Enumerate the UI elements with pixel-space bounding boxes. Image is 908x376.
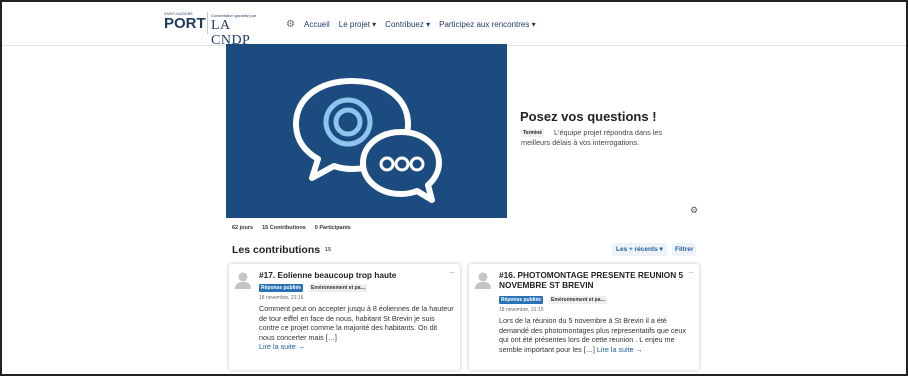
stat-contributions: 15 Contributions [262, 225, 306, 231]
status-badge: Réponse publiée [259, 284, 304, 292]
card-date: 18 novembre, 21:16 [259, 295, 304, 301]
cndp-logo[interactable]: Concertation garantie par LA CNDP [211, 13, 271, 48]
contributions-count: 15 [325, 247, 332, 253]
card-date: 18 novembre, 21:15 [499, 307, 544, 313]
hero-image [226, 44, 507, 218]
avatar-icon [235, 272, 251, 289]
hero-description: L'équipe projet répondra dans les meille… [521, 128, 686, 147]
main-nav: Accueil Le projet ▾ Contribuez ▾ Partici… [304, 20, 536, 29]
card-excerpt: Lors de la réunion du 5 novembre à St Br… [499, 316, 686, 354]
contributions-heading: Les contributions [232, 244, 321, 256]
card-badges: Réponse publiée Environnement et pa… [259, 284, 368, 292]
hero-description-line2: meilleurs délais à vos interrogations. [521, 138, 640, 147]
contribution-card[interactable]: ··· #16. PHOTOMONTAGE PRESENTE REUNION 5… [469, 264, 699, 370]
logo-divider [207, 12, 208, 34]
avatar-icon [475, 272, 491, 289]
status-badge: Terminé [521, 129, 545, 137]
card-title[interactable]: #17. Eolienne beaucoup trop haute [259, 270, 444, 280]
stat-participants: 0 Participants [314, 225, 351, 231]
chat-bubbles-icon [293, 78, 442, 203]
nav-item-rencontres[interactable]: Participez aux rencontres ▾ [439, 20, 536, 29]
category-badge: Environnement et pa… [549, 296, 608, 304]
nav-item-le-projet[interactable]: Le projet ▾ [339, 20, 376, 29]
card-body: Lors de la réunion du 5 novembre à St Br… [499, 316, 694, 354]
status-badge: Réponse publiée [499, 296, 544, 304]
more-options-icon[interactable]: ··· [449, 268, 455, 277]
nav-item-accueil[interactable]: Accueil [304, 20, 330, 29]
category-badge: Environnement et pa… [309, 284, 368, 292]
filter-button[interactable]: Filtrer [672, 243, 697, 256]
card-excerpt: Comment peut on accepter jusqu à 8 éolie… [259, 304, 454, 342]
card-body: Comment peut on accepter jusqu à 8 éolie… [259, 304, 454, 352]
contribution-card[interactable]: ··· #17. Eolienne beaucoup trop haute Ré… [229, 264, 460, 370]
card-title[interactable]: #16. PHOTOMONTAGE PRESENTE REUNION 5 NOV… [499, 270, 684, 290]
hero-description-line1: L'équipe projet répondra dans les [554, 128, 663, 137]
stat-days: 62 jours [232, 225, 254, 231]
card-badges: Réponse publiée Environnement et pa… [499, 296, 608, 304]
sort-dropdown[interactable]: Les + récents ▾ [612, 243, 667, 256]
settings-gear-icon[interactable]: ⚙ [690, 205, 698, 216]
read-more-link[interactable]: Lire la suite → [597, 345, 643, 354]
more-options-icon[interactable]: ··· [688, 268, 694, 277]
gear-icon[interactable]: ⚙ [286, 19, 295, 30]
page-title: Posez vos questions ! [520, 109, 657, 124]
nav-item-contribuez[interactable]: Contribuez ▾ [385, 20, 430, 29]
port-logo[interactable]: SAINT-NAZAIRE PORT [164, 12, 206, 34]
stats-bar: 62 jours 15 Contributions 0 Participants [232, 225, 351, 231]
port-logo-text: PORT [164, 15, 206, 32]
read-more-link[interactable]: Lire la suite → [259, 342, 305, 351]
